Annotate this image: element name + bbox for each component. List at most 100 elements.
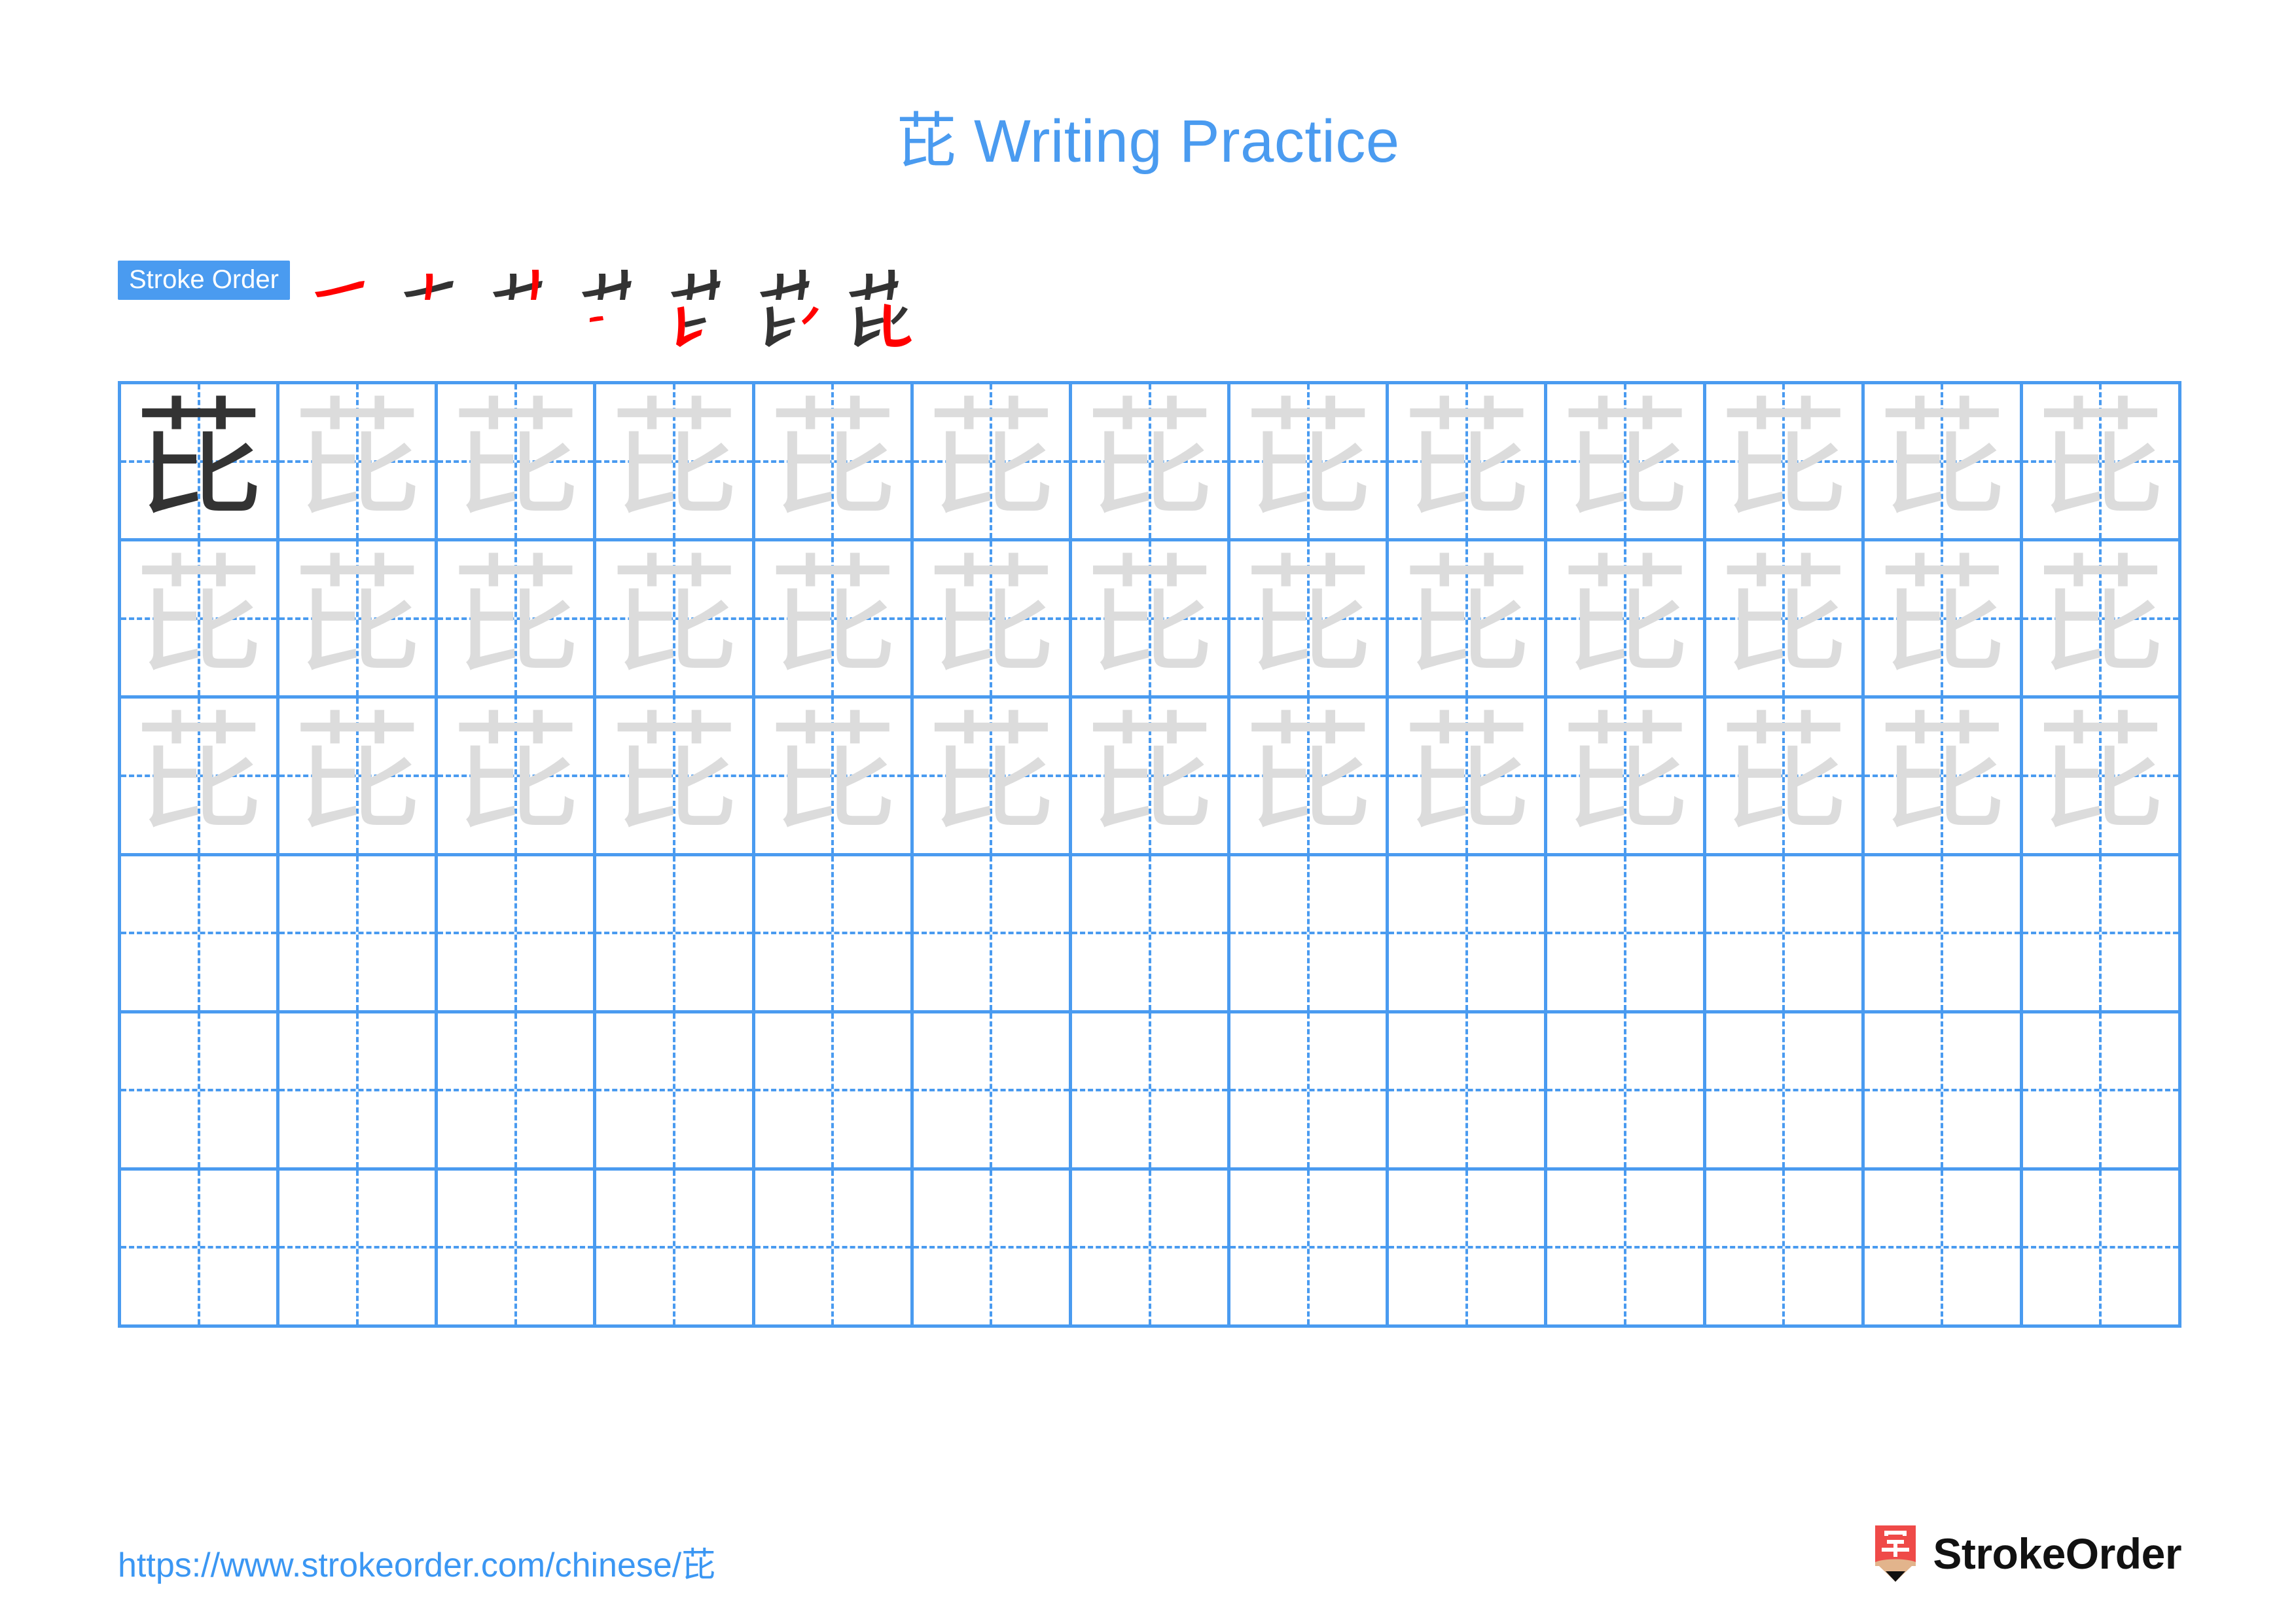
practice-grid-row: 芘芘芘芘芘芘芘芘芘芘芘芘芘 <box>121 541 2182 699</box>
practice-grid-cell[interactable] <box>1230 856 1390 1013</box>
practice-grid-cell[interactable] <box>1389 1013 1548 1171</box>
practice-grid-cell[interactable]: 芘 <box>1230 541 1390 699</box>
practice-grid-cell[interactable] <box>2022 1013 2182 1171</box>
practice-grid-cell[interactable]: 芘 <box>121 699 280 856</box>
practice-grid-cell[interactable]: 芘 <box>438 699 597 856</box>
practice-grid-cell[interactable] <box>438 1170 597 1328</box>
practice-grid-cell[interactable]: 芘 <box>121 541 280 699</box>
practice-grid-cell[interactable]: 芘 <box>1230 699 1390 856</box>
practice-grid-cell[interactable] <box>1230 1170 1390 1328</box>
practice-grid-cell[interactable] <box>596 1170 755 1328</box>
practice-grid-cell[interactable]: 芘 <box>755 384 914 542</box>
practice-grid-cell[interactable] <box>1547 856 1706 1013</box>
practice-grid-cell[interactable] <box>1547 1013 1706 1171</box>
practice-grid-cell[interactable]: 芘 <box>913 384 1072 542</box>
practice-grid-cell[interactable]: 芘 <box>1864 699 2023 856</box>
practice-grid-cell[interactable]: 芘 <box>121 384 280 542</box>
practice-grid-cell[interactable] <box>596 856 755 1013</box>
practice-grid-cell[interactable] <box>1547 1170 1706 1328</box>
practice-grid-cell[interactable]: 芘 <box>1706 699 1865 856</box>
trace-character: 芘 <box>927 699 1056 848</box>
stroke-step-3 <box>484 254 573 352</box>
trace-character: 芘 <box>293 541 422 691</box>
practice-grid-cell[interactable] <box>279 1170 439 1328</box>
practice-grid-cell[interactable] <box>279 856 439 1013</box>
trace-character: 芘 <box>927 384 1056 534</box>
practice-grid-cell[interactable]: 芘 <box>2022 699 2182 856</box>
practice-grid-cell[interactable] <box>438 1013 597 1171</box>
practice-grid-cell[interactable]: 芘 <box>1547 384 1706 542</box>
trace-character: 芘 <box>1560 541 1689 691</box>
practice-grid-cell[interactable] <box>2022 1170 2182 1328</box>
trace-character: 芘 <box>1878 699 2007 848</box>
practice-grid-cell[interactable] <box>913 1013 1072 1171</box>
practice-grid-cell[interactable]: 芘 <box>1864 384 2023 542</box>
practice-grid-cell[interactable] <box>596 1013 755 1171</box>
practice-grid-cell[interactable] <box>438 856 597 1013</box>
trace-character: 芘 <box>1244 699 1372 848</box>
practice-grid-cell[interactable]: 芘 <box>1547 541 1706 699</box>
practice-grid-cell[interactable]: 芘 <box>596 384 755 542</box>
practice-grid-cell[interactable]: 芘 <box>596 541 755 699</box>
practice-grid-cell[interactable]: 芘 <box>1071 699 1231 856</box>
practice-grid-cell[interactable] <box>1864 856 2023 1013</box>
practice-grid-cell[interactable]: 芘 <box>755 541 914 699</box>
practice-grid-row: 芘芘芘芘芘芘芘芘芘芘芘芘芘 <box>121 699 2182 856</box>
practice-grid-cell[interactable]: 芘 <box>1706 541 1865 699</box>
trace-character: 芘 <box>2036 541 2165 691</box>
trace-character: 芘 <box>1244 541 1372 691</box>
practice-grid-cell[interactable] <box>1706 1013 1865 1171</box>
practice-grid-cell[interactable] <box>755 1170 914 1328</box>
practice-grid-cell[interactable]: 芘 <box>755 699 914 856</box>
practice-grid-cell[interactable]: 芘 <box>1071 541 1231 699</box>
practice-grid-cell[interactable] <box>1864 1170 2023 1328</box>
practice-grid-cell[interactable] <box>1706 856 1865 1013</box>
practice-grid-cell[interactable]: 芘 <box>2022 541 2182 699</box>
practice-grid-cell[interactable]: 芘 <box>438 541 597 699</box>
practice-grid-cell[interactable] <box>121 1013 280 1171</box>
trace-character: 芘 <box>768 699 897 848</box>
practice-grid-cell[interactable]: 芘 <box>1071 384 1231 542</box>
practice-grid-cell[interactable]: 芘 <box>596 699 755 856</box>
practice-grid-cell[interactable] <box>1071 1013 1231 1171</box>
practice-grid-cell[interactable] <box>1071 856 1231 1013</box>
practice-grid-cell[interactable] <box>913 856 1072 1013</box>
practice-grid-cell[interactable]: 芘 <box>913 541 1072 699</box>
trace-character: 芘 <box>1878 541 2007 691</box>
practice-grid-cell[interactable]: 芘 <box>1230 384 1390 542</box>
practice-grid-cell[interactable] <box>1864 1013 2023 1171</box>
practice-grid-cell[interactable] <box>1389 1170 1548 1328</box>
practice-grid-cell[interactable]: 芘 <box>1547 699 1706 856</box>
trace-character: 芘 <box>610 384 739 534</box>
practice-grid-cell[interactable] <box>755 856 914 1013</box>
brand-name: StrokeOrder <box>1933 1529 2181 1578</box>
practice-grid-cell[interactable] <box>1071 1170 1231 1328</box>
practice-grid-cell[interactable] <box>279 1013 439 1171</box>
practice-grid-cell[interactable]: 芘 <box>913 699 1072 856</box>
practice-grid-cell[interactable] <box>755 1013 914 1171</box>
practice-grid-cell[interactable]: 芘 <box>1389 384 1548 542</box>
trace-character: 芘 <box>610 541 739 691</box>
practice-grid-cell[interactable] <box>1230 1013 1390 1171</box>
practice-grid-cell[interactable] <box>1389 856 1548 1013</box>
stroke-step-6 <box>751 254 840 352</box>
practice-grid-cell[interactable]: 芘 <box>438 384 597 542</box>
practice-grid-cell[interactable] <box>2022 856 2182 1013</box>
practice-grid-cell[interactable]: 芘 <box>279 541 439 699</box>
trace-character: 芘 <box>1719 384 1848 534</box>
practice-grid-cell[interactable] <box>121 856 280 1013</box>
practice-grid-cell[interactable]: 芘 <box>1389 541 1548 699</box>
trace-character: 芘 <box>1402 541 1531 691</box>
practice-grid-cell[interactable] <box>913 1170 1072 1328</box>
practice-grid-cell[interactable] <box>1706 1170 1865 1328</box>
practice-grid-cell[interactable]: 芘 <box>2022 384 2182 542</box>
practice-grid-cell[interactable]: 芘 <box>1389 699 1548 856</box>
trace-character: 芘 <box>134 541 263 691</box>
practice-grid-cell[interactable]: 芘 <box>279 384 439 542</box>
practice-grid-cell[interactable]: 芘 <box>279 699 439 856</box>
practice-grid-cell[interactable] <box>121 1170 280 1328</box>
footer-brand: StrokeOrder <box>1873 1525 2181 1582</box>
practice-grid-cell[interactable]: 芘 <box>1864 541 2023 699</box>
practice-grid-cell[interactable]: 芘 <box>1706 384 1865 542</box>
footer-url[interactable]: https://www.strokeorder.com/chinese/芘 <box>118 1537 715 1586</box>
